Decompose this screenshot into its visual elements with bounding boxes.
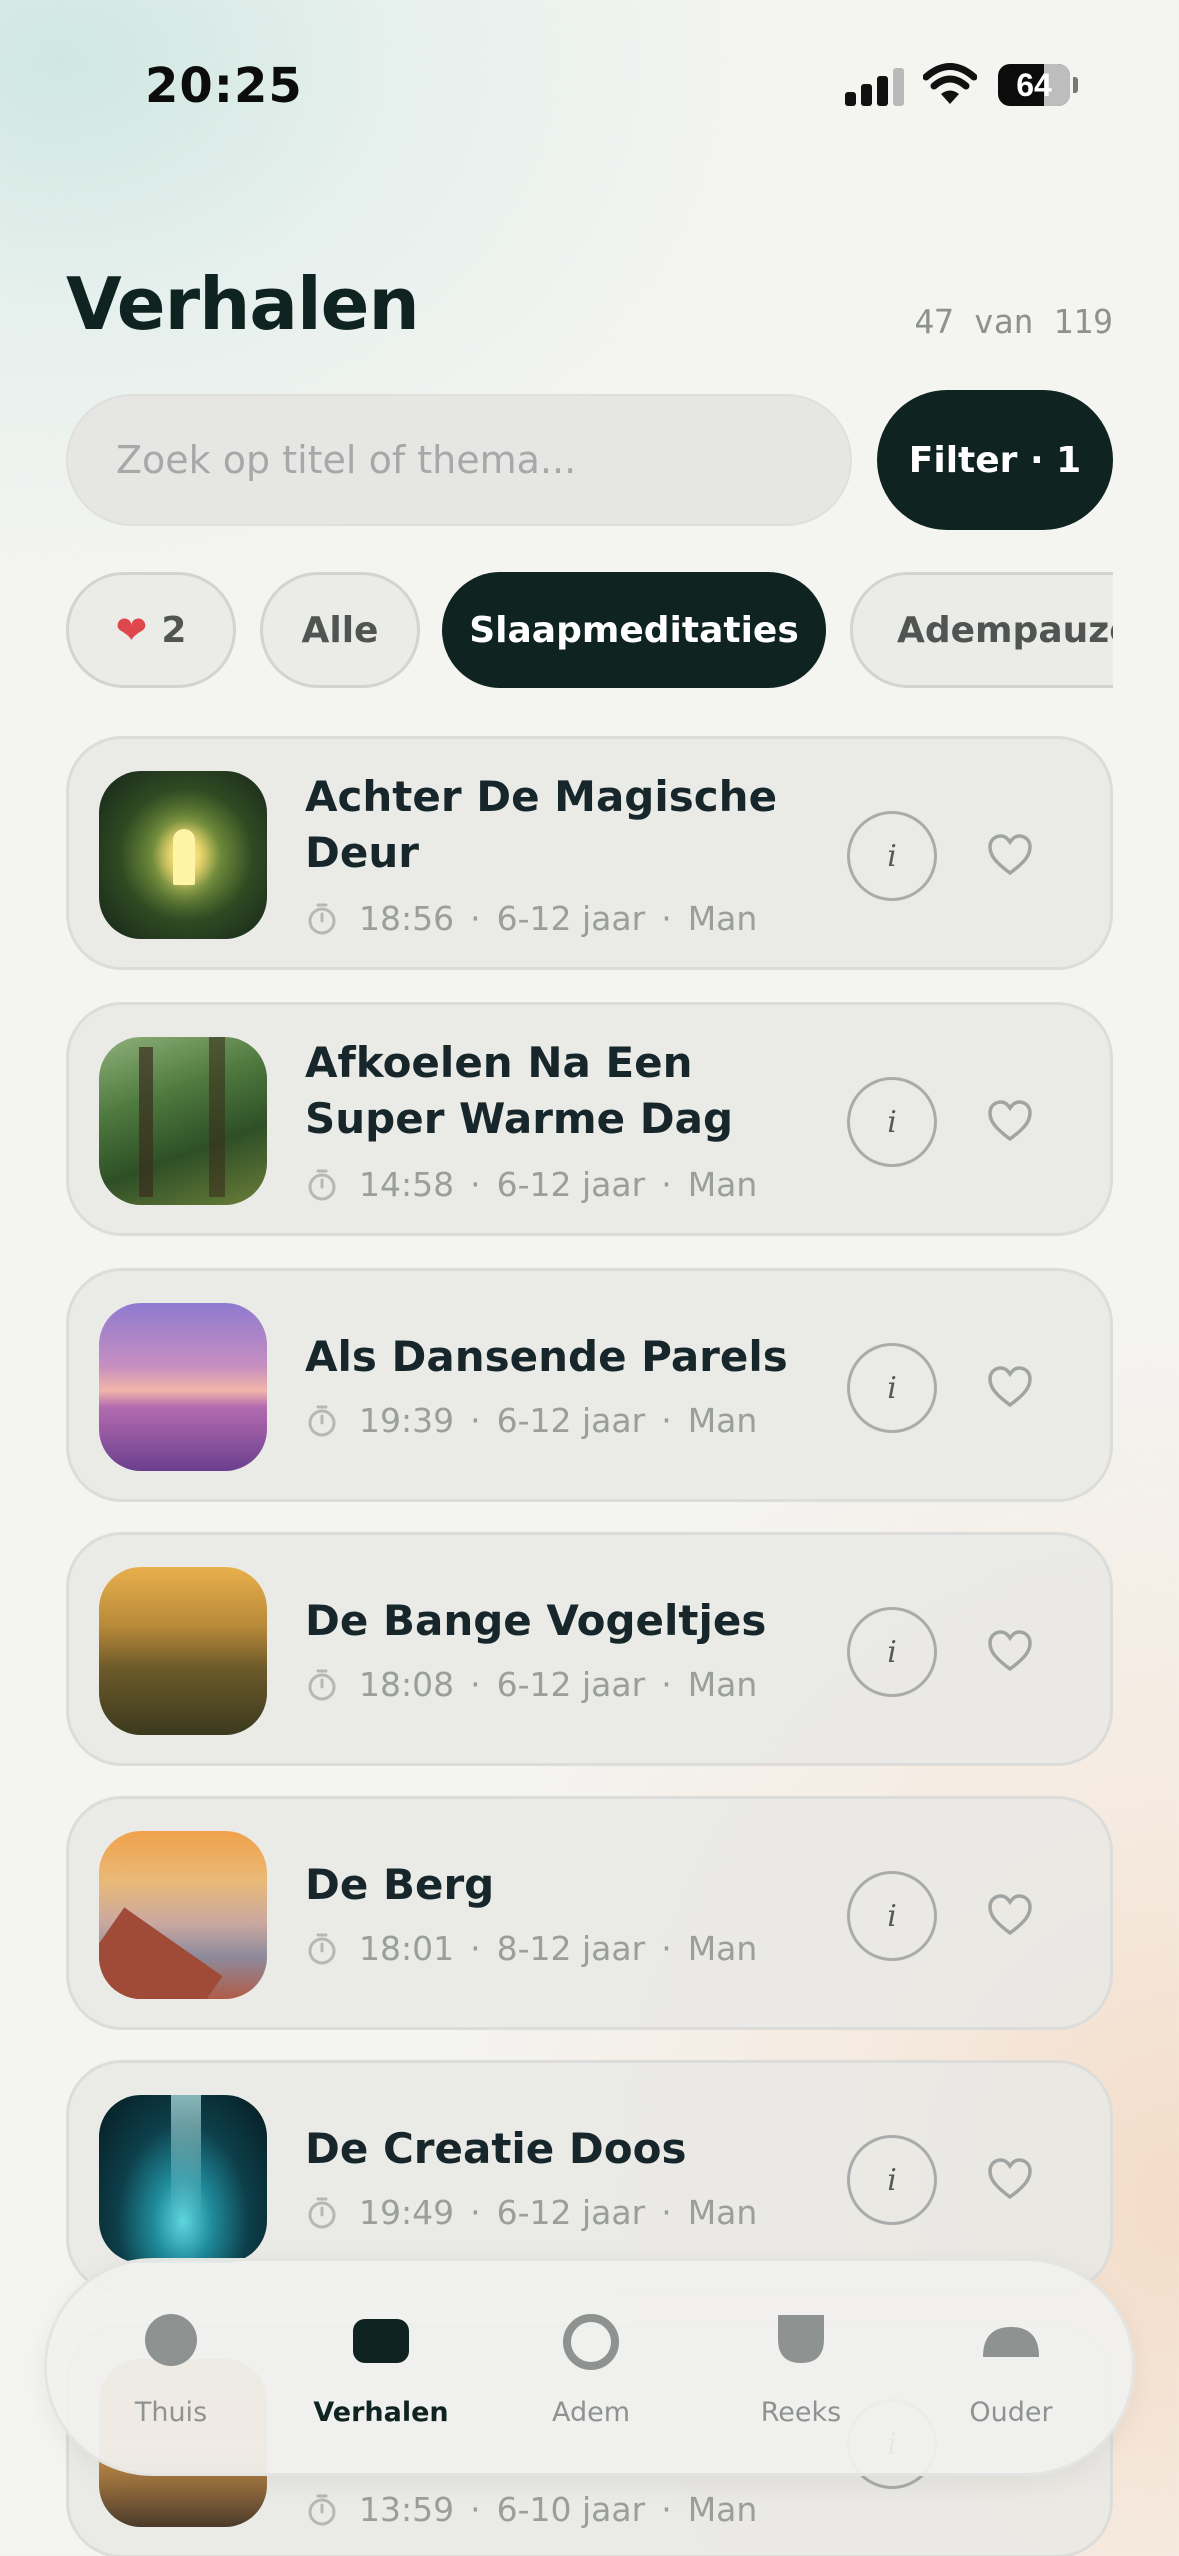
story-age: 6-12 jaar (496, 899, 646, 938)
story-duration: 13:59 (359, 2490, 455, 2529)
story-title: Achter De Magische Deur (305, 772, 778, 877)
story-meta: 19:49 · 6-12 jaar · Man (305, 2193, 757, 2232)
ring-icon (563, 2314, 619, 2370)
tab-verhalen[interactable]: Verhalen (281, 2261, 481, 2479)
story-title: De Bange Vogeltjes (305, 1596, 767, 1645)
info-button[interactable]: i (847, 1343, 937, 1433)
category-chips: ❤ 2 Alle Slaapmeditaties Adempauze (66, 572, 1113, 688)
favorite-heart-icon[interactable] (985, 1363, 1035, 1413)
half-dome-icon (983, 2327, 1039, 2357)
timer-icon (308, 2494, 336, 2525)
story-title: Afkoelen Na Een Super Warme Dag (305, 1038, 734, 1143)
story-duration: 18:08 (359, 1665, 455, 1704)
story-card[interactable]: De Bange Vogeltjes 18:08 · 6-12 jaar · Man… (66, 1532, 1113, 1766)
search-input[interactable] (68, 396, 850, 524)
story-meta: 19:39 · 6-12 jaar · Man (305, 1401, 757, 1440)
story-age: 6-12 jaar (496, 2193, 646, 2232)
story-age: 6-12 jaar (496, 1665, 646, 1704)
story-card[interactable]: Afkoelen Na Een Super Warme Dag 14:58 · 6… (66, 1002, 1113, 1236)
story-duration: 18:01 (359, 1929, 455, 1968)
story-meta: 18:01 · 8-12 jaar · Man (305, 1929, 757, 1968)
story-meta: 13:59 · 6-10 jaar · Man (305, 2490, 757, 2529)
page-title: Verhalen (66, 262, 420, 346)
story-duration: 19:49 (359, 2193, 455, 2232)
rounded-square-icon (353, 2319, 409, 2363)
tab-ouder[interactable]: Ouder (911, 2261, 1111, 2479)
heart-icon: ❤ (115, 608, 148, 652)
info-button[interactable]: i (847, 1077, 937, 1167)
story-card[interactable]: Achter De Magische Deur 18:56 · 6-12 jaar… (66, 736, 1113, 970)
story-meta: 18:56 · 6-12 jaar · Man (305, 899, 757, 938)
tab-label: Reeks (760, 2397, 842, 2428)
story-age: 6-12 jaar (496, 1401, 646, 1440)
timer-icon (308, 2197, 336, 2228)
story-title: De Creatie Doos (305, 2124, 687, 2173)
story-meta: 18:08 · 6-12 jaar · Man (305, 1665, 757, 1704)
story-card[interactable]: Als Dansende Parels 19:39 · 6-12 jaar · Ma… (66, 1268, 1113, 1502)
story-voice: Man (687, 2193, 758, 2232)
tab-label: Ouder (969, 2397, 1053, 2428)
chip-adempauze[interactable]: Adempauze (850, 572, 1113, 688)
story-age: 6-10 jaar (496, 2490, 646, 2529)
story-thumbnail (99, 1037, 267, 1205)
tab-thuis[interactable]: Thuis (71, 2261, 271, 2479)
story-title: De Berg (305, 1860, 495, 1909)
story-thumbnail (99, 2095, 267, 2263)
chip-favorites-count: 2 (161, 609, 187, 651)
chip-alle[interactable]: Alle (260, 572, 420, 688)
shield-icon (778, 2315, 824, 2363)
tab-adem[interactable]: Adem (491, 2261, 691, 2479)
filter-button[interactable]: Filter · 1 (877, 390, 1113, 530)
tab-label: Verhalen (313, 2397, 449, 2428)
battery-icon: 64 (998, 64, 1078, 106)
result-count: 47 van 119 (914, 302, 1113, 341)
story-thumbnail (99, 771, 267, 939)
favorite-heart-icon[interactable] (985, 1891, 1035, 1941)
tab-reeks[interactable]: Reeks (701, 2261, 901, 2479)
story-duration: 18:56 (359, 899, 455, 938)
favorite-heart-icon[interactable] (985, 2155, 1035, 2205)
status-bar: 20:25 64 (0, 0, 1179, 150)
bottom-tab-bar: Thuis Verhalen Adem Reeks Ouder (44, 2258, 1135, 2476)
info-button[interactable]: i (847, 2135, 937, 2225)
story-thumbnail (99, 1567, 267, 1735)
story-voice: Man (687, 899, 758, 938)
timer-icon (308, 903, 336, 934)
timer-icon (308, 1169, 336, 1200)
story-voice: Man (687, 1665, 758, 1704)
story-thumbnail (99, 1831, 267, 1999)
timer-icon (308, 1405, 336, 1436)
tab-label: Thuis (134, 2397, 208, 2428)
chip-slaapmeditaties[interactable]: Slaapmeditaties (442, 572, 826, 688)
chip-favorites[interactable]: ❤ 2 (66, 572, 236, 688)
circle-icon (145, 2314, 197, 2366)
timer-icon (308, 1933, 336, 1964)
story-thumbnail (99, 1303, 267, 1471)
story-voice: Man (687, 2490, 758, 2529)
favorite-heart-icon[interactable] (985, 1627, 1035, 1677)
info-button[interactable]: i (847, 1607, 937, 1697)
battery-percentage: 64 (1016, 67, 1052, 103)
story-age: 8-12 jaar (496, 1929, 646, 1968)
story-duration: 14:58 (359, 1165, 455, 1204)
timer-icon (308, 1669, 336, 1700)
search-field[interactable] (66, 394, 852, 526)
story-voice: Man (687, 1165, 758, 1204)
story-voice: Man (687, 1929, 758, 1968)
story-card[interactable]: De Berg 18:01 · 8-12 jaar · Man i (66, 1796, 1113, 2030)
story-duration: 19:39 (359, 1401, 455, 1440)
story-voice: Man (687, 1401, 758, 1440)
story-meta: 14:58 · 6-12 jaar · Man (305, 1165, 757, 1204)
wifi-icon (923, 63, 977, 104)
story-title: Als Dansende Parels (305, 1332, 788, 1381)
cellular-signal-icon (845, 66, 905, 106)
story-age: 6-12 jaar (496, 1165, 646, 1204)
tab-label: Adem (551, 2397, 631, 2428)
info-button[interactable]: i (847, 811, 937, 901)
info-button[interactable]: i (847, 1871, 937, 1961)
favorite-heart-icon[interactable] (985, 831, 1035, 881)
favorite-heart-icon[interactable] (985, 1097, 1035, 1147)
status-time: 20:25 (145, 58, 303, 114)
